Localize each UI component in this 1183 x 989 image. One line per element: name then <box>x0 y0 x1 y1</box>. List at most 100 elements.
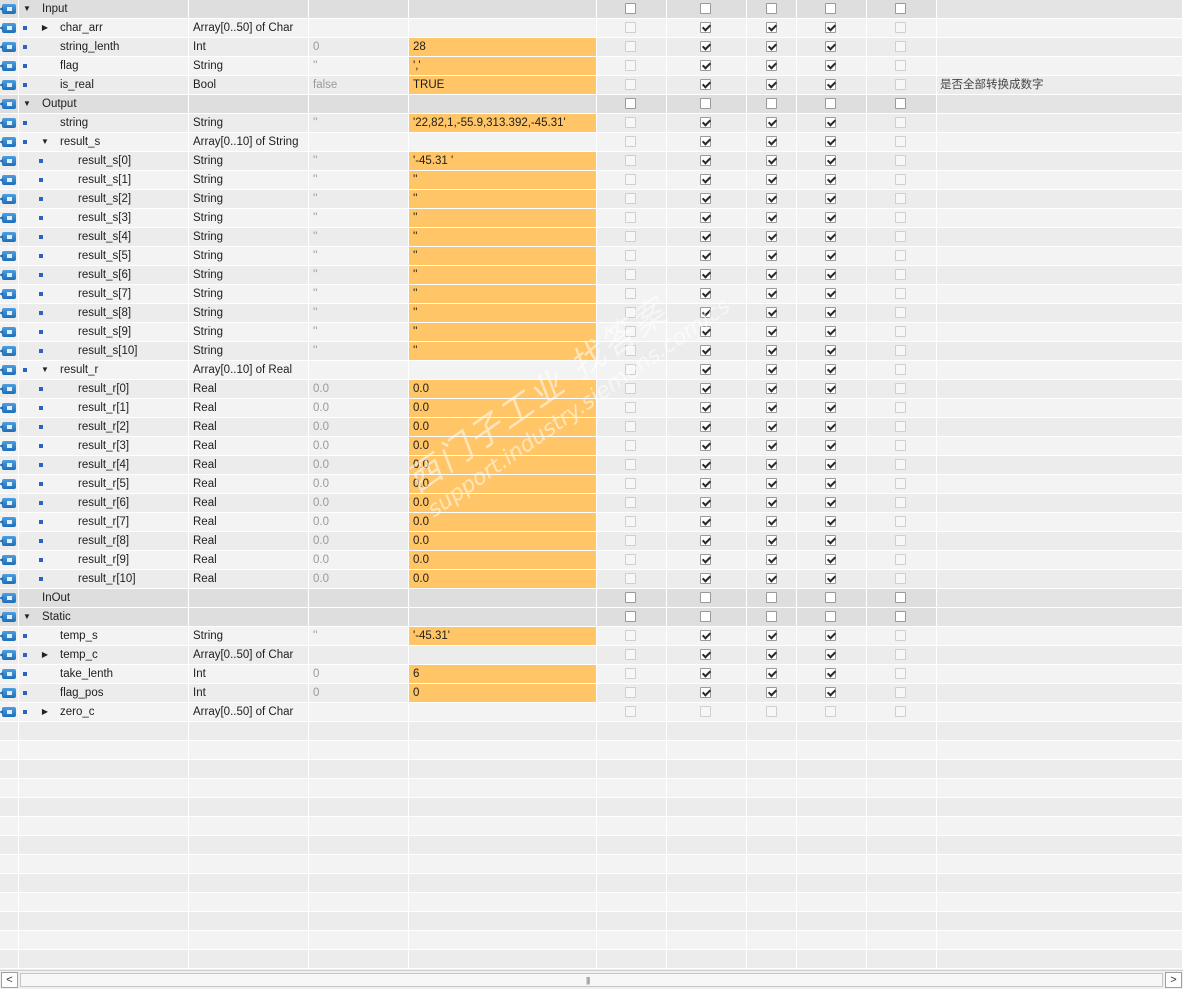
table-row[interactable]: result_s[0] String '' '-45.31 ' <box>0 152 1183 171</box>
monitor-value-cell[interactable]: 0.0 <box>409 551 597 569</box>
data-type-cell[interactable]: String <box>189 228 309 246</box>
default-value-cell[interactable]: '' <box>309 342 409 360</box>
table-row[interactable]: result_s[3] String '' '' <box>0 209 1183 228</box>
name-cell[interactable]: result_s[0] <box>19 152 189 170</box>
monitor-value-cell[interactable]: 0.0 <box>409 570 597 588</box>
visible-in-hmi-checkbox[interactable] <box>825 459 836 470</box>
data-type-cell[interactable]: String <box>189 152 309 170</box>
visible-in-hmi-checkbox[interactable] <box>825 269 836 280</box>
data-type-cell[interactable]: String <box>189 304 309 322</box>
row-gutter[interactable] <box>0 456 19 474</box>
writable-from-hmi-checkbox[interactable] <box>766 155 777 166</box>
name-cell[interactable]: ▼ result_s <box>19 133 189 151</box>
table-row[interactable]: result_s[2] String '' '' <box>0 190 1183 209</box>
table-row[interactable]: is_real Bool false TRUE 是否全部转换成数字 <box>0 76 1183 95</box>
comment-cell[interactable] <box>937 475 1183 493</box>
writable-from-hmi-checkbox[interactable] <box>766 630 777 641</box>
comment-cell[interactable] <box>937 665 1183 683</box>
default-value-cell[interactable]: 0.0 <box>309 456 409 474</box>
writable-from-hmi-checkbox[interactable] <box>766 307 777 318</box>
name-cell[interactable]: result_s[10] <box>19 342 189 360</box>
monitor-value-cell[interactable]: 0.0 <box>409 380 597 398</box>
visible-in-hmi-checkbox[interactable] <box>825 478 836 489</box>
visible-in-hmi-checkbox[interactable] <box>825 98 836 109</box>
monitor-value-cell[interactable]: '' <box>409 323 597 341</box>
table-row[interactable]: result_r[8] Real 0.0 0.0 <box>0 532 1183 551</box>
monitor-value-cell[interactable]: '' <box>409 304 597 322</box>
visible-in-hmi-checkbox[interactable] <box>825 535 836 546</box>
accessible-from-hmi-checkbox[interactable] <box>700 592 711 603</box>
comment-cell[interactable] <box>937 570 1183 588</box>
row-gutter[interactable] <box>0 228 19 246</box>
default-value-cell[interactable]: 0.0 <box>309 437 409 455</box>
writable-from-hmi-checkbox[interactable] <box>766 649 777 660</box>
name-cell[interactable]: result_s[3] <box>19 209 189 227</box>
row-gutter[interactable] <box>0 323 19 341</box>
writable-from-hmi-checkbox[interactable] <box>766 269 777 280</box>
writable-from-hmi-checkbox[interactable] <box>766 592 777 603</box>
data-type-cell[interactable]: Bool <box>189 76 309 94</box>
visible-in-hmi-checkbox[interactable] <box>825 326 836 337</box>
accessible-from-hmi-checkbox[interactable] <box>700 440 711 451</box>
monitor-value-cell[interactable]: '' <box>409 247 597 265</box>
row-gutter[interactable] <box>0 266 19 284</box>
comment-cell[interactable] <box>937 532 1183 550</box>
table-row[interactable]: result_s[4] String '' '' <box>0 228 1183 247</box>
visible-in-hmi-checkbox[interactable] <box>825 250 836 261</box>
name-cell[interactable]: result_r[2] <box>19 418 189 436</box>
row-gutter[interactable] <box>0 665 19 683</box>
writable-from-hmi-checkbox[interactable] <box>766 22 777 33</box>
default-value-cell[interactable]: 0.0 <box>309 513 409 531</box>
table-row[interactable]: result_s[10] String '' '' <box>0 342 1183 361</box>
data-type-cell[interactable]: Array[0..10] of String <box>189 133 309 151</box>
data-type-cell[interactable]: Array[0..50] of Char <box>189 646 309 664</box>
data-type-cell[interactable] <box>189 0 309 18</box>
table-row[interactable]: result_r[9] Real 0.0 0.0 <box>0 551 1183 570</box>
default-value-cell[interactable]: 0.0 <box>309 399 409 417</box>
default-value-cell[interactable]: 0.0 <box>309 570 409 588</box>
comment-cell[interactable] <box>937 684 1183 702</box>
default-value-cell[interactable]: '' <box>309 209 409 227</box>
accessible-from-hmi-checkbox[interactable] <box>700 402 711 413</box>
comment-cell[interactable] <box>937 0 1183 18</box>
monitor-value-cell[interactable] <box>409 361 597 379</box>
name-cell[interactable]: result_s[4] <box>19 228 189 246</box>
data-type-cell[interactable]: Array[0..50] of Char <box>189 19 309 37</box>
accessible-from-hmi-checkbox[interactable] <box>700 3 711 14</box>
accessible-from-hmi-checkbox[interactable] <box>700 478 711 489</box>
name-cell[interactable]: temp_s <box>19 627 189 645</box>
visible-in-hmi-checkbox[interactable] <box>825 79 836 90</box>
row-gutter[interactable] <box>0 418 19 436</box>
row-gutter[interactable] <box>0 304 19 322</box>
default-value-cell[interactable] <box>309 703 409 721</box>
table-row[interactable]: take_lenth Int 0 6 <box>0 665 1183 684</box>
comment-cell[interactable] <box>937 399 1183 417</box>
comment-cell[interactable] <box>937 228 1183 246</box>
default-value-cell[interactable] <box>309 0 409 18</box>
accessible-from-hmi-checkbox[interactable] <box>700 326 711 337</box>
accessible-from-hmi-checkbox[interactable] <box>700 193 711 204</box>
visible-in-hmi-checkbox[interactable] <box>825 136 836 147</box>
accessible-from-hmi-checkbox[interactable] <box>700 98 711 109</box>
table-row[interactable]: ▶ char_arr Array[0..50] of Char <box>0 19 1183 38</box>
monitor-value-cell[interactable]: 6 <box>409 665 597 683</box>
default-value-cell[interactable] <box>309 608 409 626</box>
table-row[interactable]: ▼ result_s Array[0..10] of String <box>0 133 1183 152</box>
row-gutter[interactable] <box>0 589 19 607</box>
visible-in-hmi-checkbox[interactable] <box>825 193 836 204</box>
row-gutter[interactable] <box>0 0 19 18</box>
accessible-from-hmi-checkbox[interactable] <box>700 687 711 698</box>
data-type-cell[interactable]: Real <box>189 399 309 417</box>
accessible-from-hmi-checkbox[interactable] <box>700 174 711 185</box>
name-cell[interactable]: result_r[10] <box>19 570 189 588</box>
name-cell[interactable]: result_s[5] <box>19 247 189 265</box>
writable-from-hmi-checkbox[interactable] <box>766 326 777 337</box>
setpoint-checkbox[interactable] <box>895 98 906 109</box>
monitor-value-cell[interactable]: 0.0 <box>409 475 597 493</box>
writable-from-hmi-checkbox[interactable] <box>766 79 777 90</box>
table-row[interactable]: result_r[5] Real 0.0 0.0 <box>0 475 1183 494</box>
visible-in-hmi-checkbox[interactable] <box>825 421 836 432</box>
data-type-cell[interactable]: String <box>189 247 309 265</box>
visible-in-hmi-checkbox[interactable] <box>825 3 836 14</box>
monitor-value-cell[interactable]: '' <box>409 209 597 227</box>
